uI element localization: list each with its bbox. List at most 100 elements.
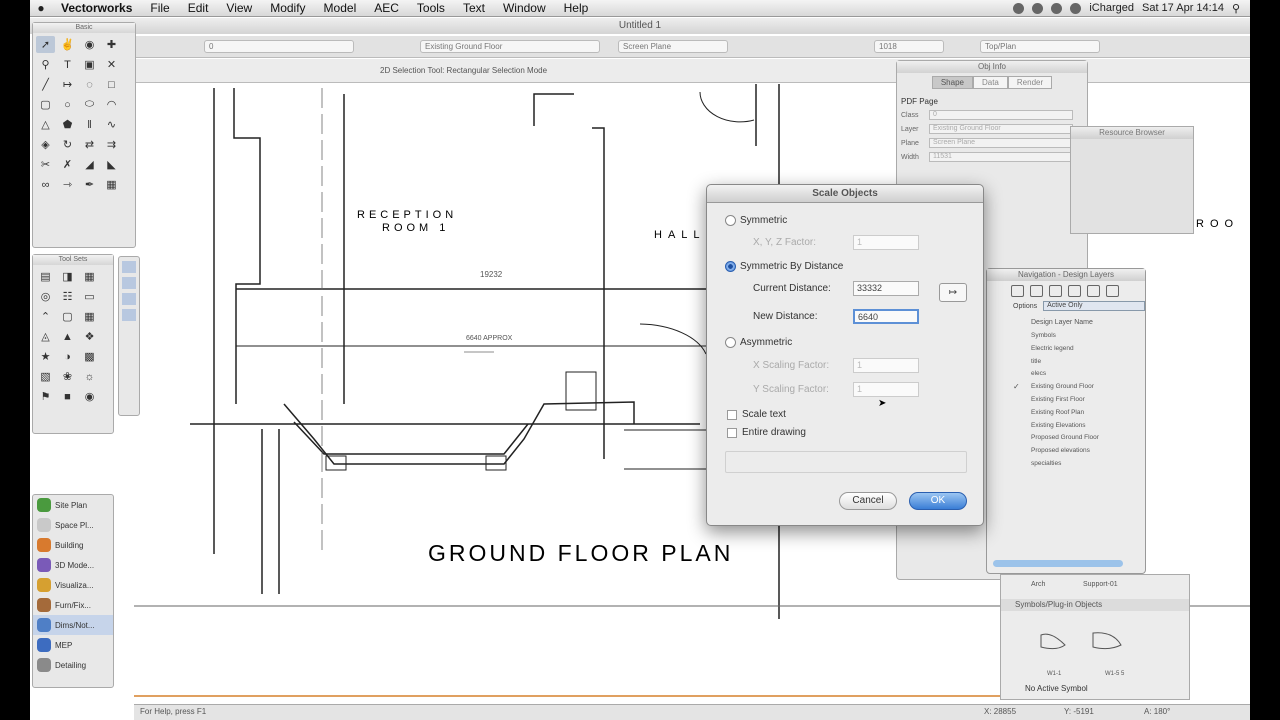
- asymmetric-radio[interactable]: Asymmetric: [725, 337, 792, 348]
- pan-tool-icon[interactable]: ✌: [58, 36, 77, 53]
- measure-distance-button[interactable]: ↦: [939, 283, 967, 302]
- tag-tool-icon[interactable]: ⚑: [36, 388, 55, 405]
- menu-window[interactable]: Window: [494, 1, 555, 15]
- workspace-visualization[interactable]: Visualiza...: [33, 575, 113, 595]
- layer-row[interactable]: Proposed Ground Floor: [1031, 432, 1145, 445]
- menu-tools[interactable]: Tools: [408, 1, 454, 15]
- column-tool-icon[interactable]: ◎: [36, 288, 55, 305]
- attribute-tool-icon[interactable]: ▦: [102, 176, 121, 193]
- flyover-tool-icon[interactable]: ◉: [80, 36, 99, 53]
- symmetric-radio[interactable]: Symmetric: [725, 215, 787, 226]
- classes-icon[interactable]: [1011, 285, 1024, 297]
- callout-tool-icon[interactable]: ▣: [80, 56, 99, 73]
- menu-aec[interactable]: AEC: [365, 1, 408, 15]
- label-tool-icon[interactable]: ■: [58, 388, 77, 405]
- layer-row[interactable]: Proposed elevations: [1031, 445, 1145, 458]
- locus-tool-icon[interactable]: ◌: [80, 76, 99, 93]
- workspace-dims-notes[interactable]: Dims/Not...: [33, 615, 113, 635]
- stair-tool-icon[interactable]: ☷: [58, 288, 77, 305]
- layer-row[interactable]: specialties: [1031, 458, 1145, 471]
- layer-row[interactable]: Existing Roof Plan: [1031, 407, 1145, 420]
- double-line-tool-icon[interactable]: ‖: [80, 116, 99, 133]
- layer-row[interactable]: elecs: [1031, 368, 1145, 381]
- oval-tool-icon[interactable]: ⬭: [80, 96, 99, 113]
- workspace-mep[interactable]: MEP: [33, 635, 113, 655]
- roof-tool-icon[interactable]: ⌃: [36, 308, 55, 325]
- rotate-tool-icon[interactable]: ↻: [58, 136, 77, 153]
- chamfer-tool-icon[interactable]: ◣: [102, 156, 121, 173]
- section-tool-icon[interactable]: ◬: [36, 328, 55, 345]
- y-scaling-input[interactable]: 1: [853, 382, 919, 397]
- workspace-detailing[interactable]: Detailing: [33, 655, 113, 675]
- space-tool-icon[interactable]: ▢: [58, 308, 77, 325]
- menu-text[interactable]: Text: [454, 1, 494, 15]
- rectangle-tool-icon[interactable]: □: [102, 76, 121, 93]
- oi-layer-field[interactable]: Existing Ground Floor: [929, 124, 1073, 134]
- tab-shape[interactable]: Shape: [931, 76, 973, 89]
- cancel-button[interactable]: Cancel: [839, 492, 897, 510]
- marker-tool-icon[interactable]: ❖: [80, 328, 99, 345]
- current-distance-input[interactable]: 33332: [853, 281, 919, 296]
- layer-dropdown[interactable]: Existing Ground Floor: [420, 40, 600, 53]
- clip-tool-icon[interactable]: ✂: [36, 156, 55, 173]
- eyedropper-tool-icon[interactable]: ✒: [80, 176, 99, 193]
- oi-class-field[interactable]: 0: [929, 110, 1073, 120]
- menu-model[interactable]: Model: [315, 1, 366, 15]
- arc-tool-icon[interactable]: ◠: [102, 96, 121, 113]
- menu-edit[interactable]: Edit: [179, 1, 218, 15]
- door-tool-icon[interactable]: ◨: [58, 268, 77, 285]
- grid-tool-icon[interactable]: ▦: [80, 308, 99, 325]
- line-tool-icon[interactable]: ╱: [36, 76, 55, 93]
- split-tool-icon[interactable]: ✗: [58, 156, 77, 173]
- pen-swatch[interactable]: [122, 277, 136, 289]
- fill-swatch[interactable]: [122, 261, 136, 273]
- symbol-name-1[interactable]: W1-1: [1047, 671, 1061, 677]
- workspace-site-plan[interactable]: Site Plan: [33, 495, 113, 515]
- spotlight-icon[interactable]: ⚲: [1232, 2, 1240, 15]
- layer-row[interactable]: Existing Elevations: [1031, 420, 1145, 433]
- zoom-tool-icon[interactable]: ⚲: [36, 56, 55, 73]
- menu-help[interactable]: Help: [555, 1, 598, 15]
- trim-tool-icon[interactable]: ⇾: [58, 176, 77, 193]
- hatch-tool-icon[interactable]: ▩: [80, 348, 99, 365]
- connect-tool-icon[interactable]: ∞: [36, 176, 55, 193]
- plane-dropdown[interactable]: Screen Plane: [618, 40, 728, 53]
- fillet-tool-icon[interactable]: ◢: [80, 156, 99, 173]
- view-dropdown[interactable]: Top/Plan: [980, 40, 1100, 53]
- user-name[interactable]: iCharged: [1089, 2, 1134, 14]
- scale-text-checkbox[interactable]: Scale text: [727, 409, 786, 420]
- volume-icon[interactable]: [1070, 2, 1082, 14]
- wall-tool-icon[interactable]: ▤: [36, 268, 55, 285]
- class-dropdown[interactable]: 0: [204, 40, 354, 53]
- tab-data[interactable]: Data: [972, 76, 1008, 89]
- mirror-tool-icon[interactable]: ⇄: [80, 136, 99, 153]
- apple-icon[interactable]: ●: [30, 1, 52, 15]
- sync-icon[interactable]: [1032, 2, 1044, 14]
- horizontal-scrollbar[interactable]: [993, 560, 1123, 567]
- workspace-3d-modeling[interactable]: 3D Mode...: [33, 555, 113, 575]
- plant-tool-icon[interactable]: ❀: [58, 368, 77, 385]
- oi-plane-field[interactable]: Screen Plane: [929, 138, 1073, 148]
- workspace-space-planning[interactable]: Space Pl...: [33, 515, 113, 535]
- status-icon[interactable]: [1013, 2, 1025, 14]
- freehand-tool-icon[interactable]: ∿: [102, 116, 121, 133]
- dimension-tool-icon[interactable]: ↦: [58, 76, 77, 93]
- tab-render[interactable]: Render: [1007, 76, 1053, 89]
- layer-row[interactable]: Symbols: [1031, 330, 1145, 343]
- circle-tool-icon[interactable]: ○: [58, 96, 77, 113]
- line-style-swatch[interactable]: [122, 309, 136, 321]
- references-icon[interactable]: [1087, 285, 1100, 297]
- wifi-icon[interactable]: [1051, 2, 1063, 14]
- entire-drawing-checkbox[interactable]: Entire drawing: [727, 427, 806, 438]
- elevation-tool-icon[interactable]: ▲: [58, 328, 77, 345]
- slab-tool-icon[interactable]: ▭: [80, 288, 99, 305]
- menu-app[interactable]: Vectorworks: [52, 1, 141, 15]
- camera-tool-icon[interactable]: ◉: [80, 388, 99, 405]
- move-tool-icon[interactable]: ✚: [102, 36, 121, 53]
- layer-row[interactable]: Existing First Floor: [1031, 394, 1145, 407]
- settings-icon[interactable]: [1106, 285, 1119, 297]
- menu-view[interactable]: View: [217, 1, 261, 15]
- symbol-name-2[interactable]: W1-5 5: [1105, 671, 1124, 677]
- light-tool-icon[interactable]: ☼: [80, 368, 99, 385]
- symmetric-by-distance-radio[interactable]: Symmetric By Distance: [725, 261, 843, 272]
